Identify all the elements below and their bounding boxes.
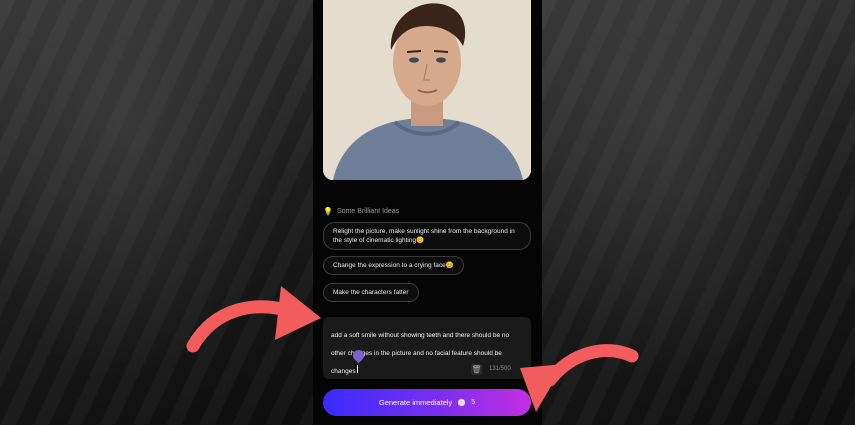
- coin-icon: [458, 399, 466, 406]
- curved-arrow-icon: [186, 286, 321, 353]
- phone-screen: 💡 Some Brilliant Ideas Relight the pictu…: [313, 0, 542, 425]
- text-cursor: [356, 364, 358, 373]
- curved-arrow-icon: [520, 344, 639, 412]
- char-count: 131/500: [489, 366, 511, 372]
- idea-chip-fatter[interactable]: Make the characters fatter: [323, 283, 419, 302]
- idea-chip-relight[interactable]: Relight the picture, make sunlight shine…: [323, 222, 531, 250]
- trash-icon[interactable]: 🗑: [471, 364, 482, 375]
- generate-button-label: Generate immediately: [378, 398, 453, 407]
- credit-cost: 5: [471, 399, 476, 406]
- prompt-textarea[interactable]: add a soft smile without showing teeth a…: [323, 317, 531, 379]
- idea-chip-crying-face[interactable]: Change the expression to a crying face😊: [323, 256, 464, 275]
- ideas-header: 💡 Some Brilliant Ideas: [323, 205, 399, 217]
- lightbulb-icon: 💡: [323, 206, 333, 216]
- portrait-illustration: [323, 0, 531, 180]
- portrait-image: [323, 0, 531, 180]
- background-left: [0, 0, 313, 425]
- ideas-header-label: Some Brilliant Ideas: [336, 207, 400, 215]
- generate-button[interactable]: Generate immediately 5: [323, 389, 531, 416]
